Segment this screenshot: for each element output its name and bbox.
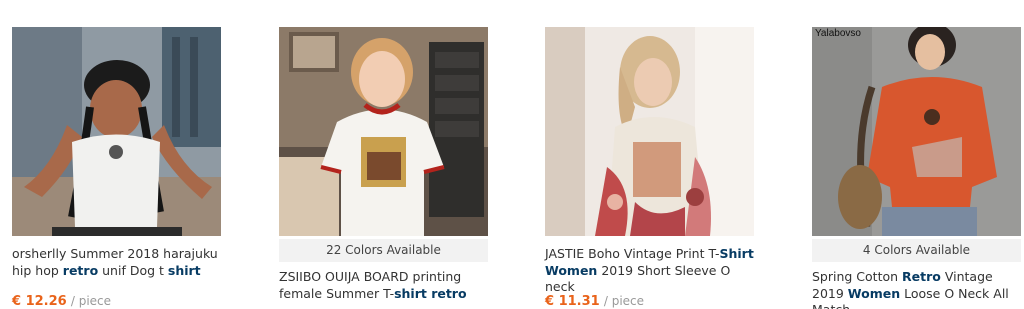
product-image[interactable] — [812, 27, 1021, 236]
colors-available-bar[interactable]: 4 Colors Available — [812, 239, 1021, 262]
product-title[interactable]: Spring Cotton Retro Vintage 2019 Women L… — [812, 269, 1024, 309]
product-photo-ringer-tee — [279, 27, 488, 236]
brand-watermark: Yalabovso — [815, 28, 861, 39]
product-price: € 11.31 / piece — [545, 294, 645, 309]
colors-available-bar[interactable]: 22 Colors Available — [279, 239, 488, 262]
product-card-2[interactable]: 22 Colors Available ZSIIBO OUIJA BOARD p… — [279, 0, 490, 309]
product-title[interactable]: orsherlly Summer 2018 harajuku hip hop r… — [12, 246, 224, 279]
product-card-3[interactable]: JASTIE Boho Vintage Print T-Shirt Women … — [545, 0, 756, 309]
product-price: € 12.26 / piece — [12, 294, 112, 309]
product-card-4[interactable]: Yalabovso 4 Colors Available Spring Cott… — [812, 0, 1023, 309]
product-photo-boho-tee — [545, 27, 754, 236]
product-image[interactable] — [12, 27, 221, 236]
product-image[interactable] — [279, 27, 488, 236]
product-photo-orange-top — [812, 27, 1021, 236]
product-card-1[interactable]: orsherlly Summer 2018 harajuku hip hop r… — [12, 0, 223, 309]
product-title[interactable]: ZSIIBO OUIJA BOARD printing female Summe… — [279, 269, 491, 302]
product-title[interactable]: JASTIE Boho Vintage Print T-Shirt Women … — [545, 246, 757, 296]
product-photo-girl-braids — [12, 27, 221, 236]
product-image[interactable] — [545, 27, 754, 236]
